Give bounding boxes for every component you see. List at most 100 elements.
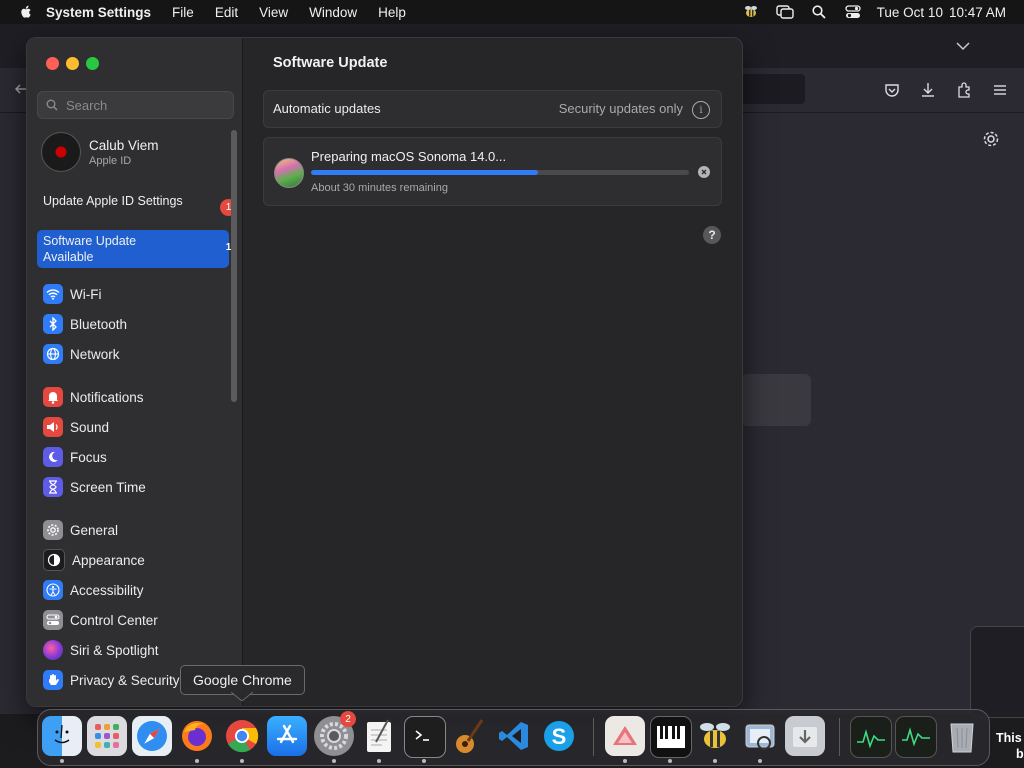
sidebar-item-label: Control Center [70,612,158,628]
system-settings-window: Calub Viem Apple ID Update Apple ID Sett… [26,37,743,707]
sidebar-item-sound[interactable]: Sound [43,414,109,440]
menu-time[interactable]: 10:47 AM [949,5,1006,20]
control-center-icon [43,610,63,630]
account-name: Calub Viem [89,137,159,153]
sidebar-item-label: General [70,522,119,538]
menu-edit[interactable]: Edit [215,5,238,20]
macos-sonoma-icon [274,158,304,188]
sidebar-item-privacy-security[interactable]: Privacy & Security [43,667,180,693]
search-input[interactable] [64,96,228,114]
apple-menu-icon[interactable] [18,4,34,20]
update-status: About 30 minutes remaining [311,182,448,194]
textedit-icon[interactable] [359,716,399,756]
sidebar-item-control-center[interactable]: Control Center [43,607,158,633]
sidebar-item-label: Wi-Fi [70,286,102,302]
info-icon[interactable]: i [692,101,710,119]
help-button[interactable]: ? [703,226,721,244]
wifi-icon [43,284,63,304]
app-store-icon[interactable] [267,716,307,756]
menu-view[interactable]: View [259,5,288,20]
download-icon[interactable] [917,79,939,101]
automatic-updates-label: Automatic updates [273,101,381,116]
cancel-update-button[interactable] [698,166,710,178]
hourglass-icon [43,477,63,497]
spotlight-search-icon[interactable] [809,4,829,20]
sidebar-item-wifi[interactable]: Wi-Fi [43,281,101,307]
sidebar-item-label: Network [70,346,120,362]
close-button[interactable] [46,57,59,70]
downloads-folder-icon[interactable] [785,716,825,756]
svg-text:S: S [552,724,567,749]
menu-file[interactable]: File [172,5,194,20]
sidebar-item-general[interactable]: General [43,517,118,543]
sidebar-item-label: Accessibility [70,582,144,598]
preview-icon[interactable] [740,716,780,756]
zoom-button[interactable] [86,57,99,70]
speaker-icon [43,417,63,437]
update-apple-id-settings[interactable]: Update Apple ID Settings 1 [37,190,237,216]
activity-monitor-icon[interactable] [895,716,937,758]
chrome-icon[interactable] [222,716,262,756]
avatar [41,132,81,172]
sidebar-item-label: Bluetooth [70,316,128,332]
sidebar-scrollbar[interactable] [231,130,237,402]
skype-icon[interactable]: S [539,716,579,756]
trash-icon[interactable] [942,716,982,756]
accessibility-icon [43,580,63,600]
update-progress-card: Preparing macOS Sonoma 14.0... About 30 … [263,137,722,206]
piano-icon[interactable] [650,716,692,758]
pocket-icon[interactable] [881,79,903,101]
menu-help[interactable]: Help [378,5,406,20]
automatic-updates-value: Security updates only [558,101,683,116]
chevron-down-icon[interactable] [956,38,970,56]
terminal-icon[interactable] [404,716,446,758]
safari-icon[interactable] [132,716,172,756]
minimize-button[interactable] [66,57,79,70]
page-title: Software Update [273,55,388,71]
running-indicator [60,759,64,763]
sidebar-item-accessibility[interactable]: Accessibility [43,577,144,603]
siri-icon [43,640,63,660]
sidebar-item-appearance[interactable]: Appearance [43,547,145,573]
sidebar-item-notifications[interactable]: Notifications [43,384,144,410]
menu-date[interactable]: Tue Oct 10 [877,5,943,20]
sidebar-item-screen-time[interactable]: Screen Time [43,474,146,500]
progress-fill [311,170,538,175]
sidebar-item-siri-spotlight[interactable]: Siri & Spotlight [43,637,159,663]
window-overlap-icon[interactable] [775,4,795,20]
settings-gear-icon[interactable] [982,130,1000,153]
menu-window[interactable]: Window [309,5,357,20]
software-update-available[interactable]: Software Update Available 1 [37,230,231,268]
sidebar-item-label: Sound [70,419,110,435]
app-menu[interactable]: System Settings [46,5,151,20]
offscreen-notification-text: This b [996,730,1024,762]
bee-status-icon[interactable] [741,4,761,20]
hamburger-menu-icon[interactable] [989,79,1011,101]
control-center-icon[interactable] [843,4,863,20]
running-indicator [332,759,336,763]
search-field[interactable] [37,91,234,119]
sidebar-item-bluetooth[interactable]: Bluetooth [43,311,127,337]
extensions-icon[interactable] [953,79,975,101]
moon-icon [43,447,63,467]
finder-icon[interactable] [42,716,82,756]
activity-monitor-icon[interactable] [850,716,892,758]
garageband-icon[interactable] [449,716,489,756]
running-indicator [713,759,717,763]
sidebar-item-focus[interactable]: Focus [43,444,107,470]
apple-id-account[interactable]: Calub Viem Apple ID [41,132,159,172]
hand-icon [43,670,63,690]
vscode-icon[interactable] [494,716,534,756]
dock-separator [839,718,840,756]
menu-bar: System Settings File Edit View Window He… [0,0,1024,24]
firefox-icon[interactable] [177,716,217,756]
launchpad-icon[interactable] [87,716,127,756]
settings-badge: 2 [340,711,356,727]
progress-bar [311,170,689,175]
automatic-updates-row: Automatic updates Security updates only … [263,90,722,128]
affinity-icon[interactable] [605,716,645,756]
sidebar-item-network[interactable]: Network [43,341,120,367]
cyberduck-icon[interactable] [695,716,735,756]
edge-line: This [996,731,1022,745]
account-subtitle: Apple ID [89,154,132,167]
